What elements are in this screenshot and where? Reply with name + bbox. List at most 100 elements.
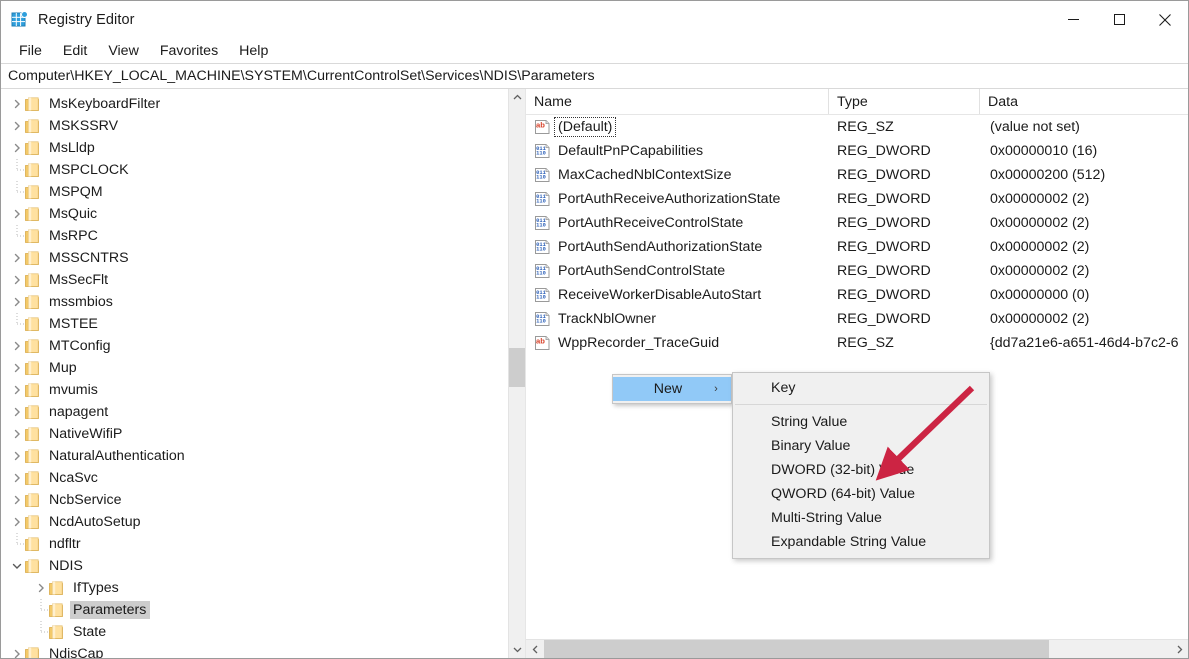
tree-item-mtconfig[interactable]: MTConfig bbox=[1, 335, 498, 357]
chevron-right-icon[interactable] bbox=[9, 140, 25, 156]
chevron-right-icon[interactable] bbox=[9, 338, 25, 354]
minimize-button[interactable] bbox=[1050, 1, 1096, 38]
tree-item-mspqm[interactable]: MSPQM bbox=[1, 181, 498, 203]
chevron-right-icon[interactable] bbox=[9, 96, 25, 112]
tree-item-nativewifip[interactable]: NativeWifiP bbox=[1, 423, 498, 445]
dword-value-icon: 011 110 bbox=[534, 287, 551, 303]
svg-text:110: 110 bbox=[536, 295, 546, 301]
chevron-right-icon[interactable] bbox=[9, 250, 25, 266]
tree-item-iftypes[interactable]: IfTypes bbox=[1, 577, 498, 599]
menu-help[interactable]: Help bbox=[229, 40, 278, 62]
tree-item-mssmbios[interactable]: mssmbios bbox=[1, 291, 498, 313]
chevron-right-icon[interactable] bbox=[9, 492, 25, 508]
tree-item-ndis[interactable]: NDIS bbox=[1, 555, 498, 577]
list-scroll-thumb[interactable] bbox=[544, 640, 1049, 658]
folder-icon bbox=[25, 515, 41, 529]
close-button[interactable] bbox=[1142, 1, 1188, 38]
table-row[interactable]: 011 110 MaxCachedNblContextSize REG_DWORD 0x… bbox=[526, 163, 1188, 187]
tree-item-mspclock[interactable]: MSPCLOCK bbox=[1, 159, 498, 181]
registry-tree[interactable]: MsKeyboardFilter MSKSSRV MsLldp MSPCLOCK MSP… bbox=[1, 89, 498, 658]
main-split: MsKeyboardFilter MSKSSRV MsLldp MSPCLOCK MSP… bbox=[1, 89, 1188, 658]
tree-item-mup[interactable]: Mup bbox=[1, 357, 498, 379]
tree-item-parameters[interactable]: Parameters bbox=[1, 599, 498, 621]
table-row[interactable]: 011 110 ReceiveWorkerDisableAutoStart REG_D… bbox=[526, 283, 1188, 307]
maximize-button[interactable] bbox=[1096, 1, 1142, 38]
column-header-name[interactable]: Name bbox=[526, 89, 829, 114]
table-row[interactable]: 011 110 PortAuthReceiveControlState REG_DWO… bbox=[526, 211, 1188, 235]
tree-vertical-scrollbar[interactable] bbox=[508, 89, 525, 658]
tree-item-ndiscap[interactable]: NdisCap bbox=[1, 643, 498, 658]
chevron-right-icon[interactable] bbox=[9, 470, 25, 486]
scroll-right-button[interactable] bbox=[1170, 640, 1188, 658]
tree-item-napagent[interactable]: napagent bbox=[1, 401, 498, 423]
value-name-label: DefaultPnPCapabilities bbox=[558, 143, 704, 159]
chevron-right-icon[interactable] bbox=[9, 294, 25, 310]
table-row[interactable]: ab WppRecorder_TraceGuid REG_SZ {dd7a21e6-a… bbox=[526, 331, 1188, 355]
tree-item-msscntrs[interactable]: MSSCNTRS bbox=[1, 247, 498, 269]
scroll-down-button[interactable] bbox=[509, 641, 525, 658]
context-submenu-new[interactable]: Key String Value Binary Value DWORD (32-bit… bbox=[732, 372, 990, 559]
table-row[interactable]: 011 110 DefaultPnPCapabilities REG_DWORD 0x0… bbox=[526, 139, 1188, 163]
chevron-right-icon[interactable] bbox=[33, 580, 49, 596]
tree-item-mskeyboardfilter[interactable]: MsKeyboardFilter bbox=[1, 93, 498, 115]
chevron-right-icon[interactable] bbox=[9, 382, 25, 398]
value-name-cell: 011 110 PortAuthSendAuthorizationState bbox=[526, 238, 829, 256]
chevron-right-icon[interactable] bbox=[9, 118, 25, 134]
context-menu-item-new[interactable]: New › bbox=[613, 377, 731, 401]
tree-item-mstee[interactable]: MSTEE bbox=[1, 313, 498, 335]
chevron-right-icon[interactable] bbox=[9, 404, 25, 420]
tree-scroll-track[interactable] bbox=[509, 106, 525, 641]
submenu-item-dword-32-bit-value[interactable]: DWORD (32-bit) Value bbox=[733, 458, 989, 482]
tree-item-msquic[interactable]: MsQuic bbox=[1, 203, 498, 225]
table-row[interactable]: 011 110 TrackNblOwner REG_DWORD 0x00000002 (… bbox=[526, 307, 1188, 331]
menu-edit[interactable]: Edit bbox=[53, 40, 97, 62]
context-menu[interactable]: New › bbox=[612, 374, 732, 404]
list-scroll-track[interactable] bbox=[544, 640, 1170, 658]
menu-favorites[interactable]: Favorites bbox=[150, 40, 228, 62]
tree-item-label: MsKeyboardFilter bbox=[49, 96, 161, 112]
menu-view[interactable]: View bbox=[98, 40, 149, 62]
value-data-cell: (value not set) bbox=[990, 119, 1080, 135]
scroll-left-button[interactable] bbox=[526, 640, 544, 658]
tree-item-mslldp[interactable]: MsLldp bbox=[1, 137, 498, 159]
list-horizontal-scrollbar[interactable] bbox=[526, 639, 1188, 658]
chevron-down-icon[interactable] bbox=[9, 558, 25, 574]
column-header-type[interactable]: Type bbox=[829, 89, 980, 114]
chevron-right-icon[interactable] bbox=[9, 272, 25, 288]
tree-scroll-thumb[interactable] bbox=[509, 348, 525, 387]
table-row[interactable]: ab (Default) REG_SZ (value not set) bbox=[526, 115, 1188, 139]
tree-item-mskssrv[interactable]: MSKSSRV bbox=[1, 115, 498, 137]
tree-item-ndfltr[interactable]: ndfltr bbox=[1, 533, 498, 555]
menu-separator bbox=[735, 404, 987, 405]
scroll-up-button[interactable] bbox=[509, 89, 525, 106]
submenu-item-multi-string-value[interactable]: Multi-String Value bbox=[733, 506, 989, 530]
tree-connector-icon bbox=[33, 599, 49, 618]
table-row[interactable]: 011 110 PortAuthReceiveAuthorizationState R… bbox=[526, 187, 1188, 211]
submenu-item-binary-value[interactable]: Binary Value bbox=[733, 434, 989, 458]
chevron-right-icon[interactable] bbox=[9, 206, 25, 222]
tree-item-ncdautosetup[interactable]: NcdAutoSetup bbox=[1, 511, 498, 533]
table-row[interactable]: 011 110 PortAuthSendControlState REG_DWORD 0… bbox=[526, 259, 1188, 283]
tree-item-naturalauthentication[interactable]: NaturalAuthentication bbox=[1, 445, 498, 467]
chevron-right-icon[interactable] bbox=[9, 448, 25, 464]
chevron-right-icon[interactable] bbox=[9, 514, 25, 530]
submenu-item-key[interactable]: Key bbox=[733, 376, 989, 400]
submenu-item-expandable-string-value[interactable]: Expandable String Value bbox=[733, 530, 989, 554]
tree-item-msrpc[interactable]: MsRPC bbox=[1, 225, 498, 247]
tree-item-ncasvc[interactable]: NcaSvc bbox=[1, 467, 498, 489]
tree-item-state[interactable]: State bbox=[1, 621, 498, 643]
table-row[interactable]: 011 110 PortAuthSendAuthorizationState REG_… bbox=[526, 235, 1188, 259]
value-data-cell: 0x00000010 (16) bbox=[990, 143, 1098, 159]
tree-item-mvumis[interactable]: mvumis bbox=[1, 379, 498, 401]
chevron-right-icon[interactable] bbox=[9, 646, 25, 658]
tree-item-mssecflt[interactable]: MsSecFlt bbox=[1, 269, 498, 291]
tree-item-ncbservice[interactable]: NcbService bbox=[1, 489, 498, 511]
column-header-data[interactable]: Data bbox=[980, 89, 1188, 114]
chevron-right-icon[interactable] bbox=[9, 426, 25, 442]
folder-icon bbox=[25, 163, 41, 177]
chevron-right-icon[interactable] bbox=[9, 360, 25, 376]
submenu-item-qword-64-bit-value[interactable]: QWORD (64-bit) Value bbox=[733, 482, 989, 506]
address-bar[interactable]: Computer\HKEY_LOCAL_MACHINE\SYSTEM\Curre… bbox=[1, 63, 1188, 89]
submenu-item-string-value[interactable]: String Value bbox=[733, 410, 989, 434]
menu-file[interactable]: File bbox=[9, 40, 52, 62]
